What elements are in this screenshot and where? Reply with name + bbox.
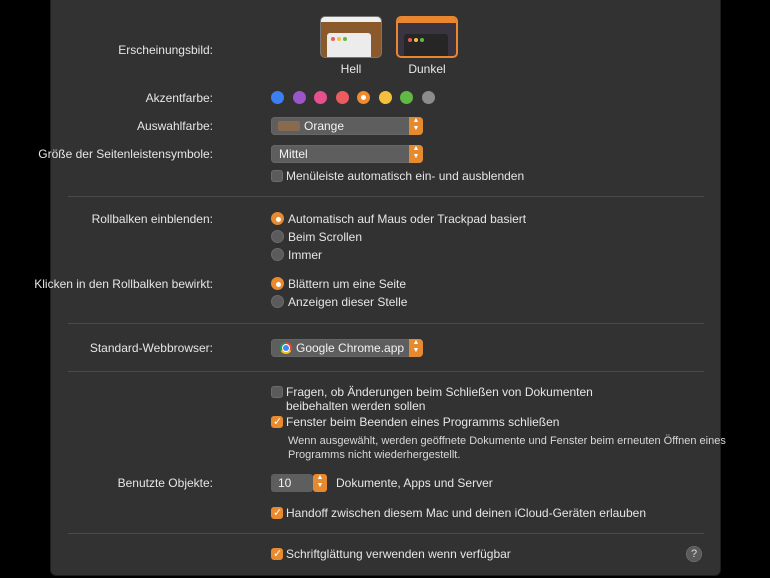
scroll-click-spot-radio[interactable]: [271, 295, 284, 308]
recent-items-popup[interactable]: 10 ▲ ▼: [271, 474, 327, 492]
separator: [68, 196, 704, 197]
scroll-click-label: Klicken in den Rollbalken bewirkt:: [34, 277, 213, 291]
default-browser-value: Google Chrome.app: [296, 341, 405, 355]
general-preferences-panel: Erscheinungsbild: Hell Dunkel Akzentfarb…: [34, 0, 726, 576]
scrollbars-auto-radio[interactable]: [271, 212, 284, 225]
accent-color-swatch[interactable]: [314, 91, 327, 104]
highlight-color-label: Auswahlfarbe:: [136, 119, 213, 133]
accent-color-swatch[interactable]: [378, 91, 392, 104]
font-smoothing-label: Schriftglättung verwenden wenn verfügbar: [286, 547, 511, 561]
appearance-light-caption: Hell: [340, 62, 362, 76]
default-browser-label: Standard-Webbrowser:: [89, 341, 213, 355]
handoff-label: Handoff zwischen diesem Mac und deinen i…: [286, 506, 646, 520]
scroll-click-page-radio[interactable]: [271, 277, 284, 290]
recent-items-field: 10: [271, 474, 313, 492]
recent-items-label: Benutzte Objekte:: [117, 476, 213, 490]
menubar-autohide-label: Menüleiste automatisch ein- und ausblend…: [286, 169, 525, 183]
menubar-autohide-checkbox[interactable]: [271, 170, 283, 182]
accent-color-swatch[interactable]: [400, 91, 413, 104]
accent-color-swatch[interactable]: [335, 91, 349, 104]
sidebar-icon-size-label: Größe der Seitenleistensymbole:: [38, 147, 213, 161]
accent-color-swatch[interactable]: [292, 91, 306, 104]
accent-color-swatch[interactable]: [421, 91, 435, 104]
appearance-dark-thumbnail[interactable]: [396, 16, 458, 58]
close-windows-hint-line2: Programms nicht wiederhergestellt.: [288, 449, 461, 461]
highlight-color-chip: [278, 121, 300, 131]
appearance-label: Erscheinungsbild:: [118, 43, 213, 57]
sidebar-icon-size-value: Mittel: [279, 147, 308, 161]
appearance-light-thumbnail[interactable]: [320, 16, 382, 58]
scrollbars-scrolling-label: Beim Scrollen: [288, 230, 363, 244]
accent-color-label: Akzentfarbe:: [145, 91, 213, 105]
help-button[interactable]: ?: [686, 546, 702, 562]
ask-keep-changes-label-line2: beibehalten werden sollen: [286, 399, 426, 413]
highlight-color-value: Orange: [304, 119, 345, 133]
handoff-checkbox[interactable]: [271, 506, 283, 519]
close-windows-label: Fenster beim Beenden eines Programms sch…: [286, 415, 560, 429]
ask-keep-changes-checkbox[interactable]: [271, 386, 283, 398]
highlight-color-popup[interactable]: Orange ▲ ▼: [271, 117, 423, 135]
separator: [68, 323, 704, 324]
recent-items-value: 10: [278, 476, 292, 490]
scrollbars-scrolling-radio[interactable]: [271, 230, 284, 243]
scrollbars-always-radio[interactable]: [271, 248, 284, 261]
popup-arrows-icon: ▲ ▼: [409, 339, 423, 357]
popup-arrows-icon: ▲ ▼: [409, 117, 423, 135]
separator: [68, 371, 704, 372]
popup-arrows-icon: ▲ ▼: [409, 145, 423, 163]
sidebar-icon-size-popup[interactable]: Mittel ▲ ▼: [271, 145, 423, 163]
separator: [68, 533, 704, 534]
ask-keep-changes-label-line1: Fragen, ob Änderungen beim Schließen von…: [286, 385, 593, 399]
recent-items-suffix: Dokumente, Apps und Server: [336, 476, 493, 490]
appearance-dark-caption: Dunkel: [408, 62, 446, 76]
show-scrollbars-label: Rollbalken einblenden:: [91, 212, 213, 226]
accent-color-swatch[interactable]: [357, 91, 370, 104]
popup-arrows-icon: ▲ ▼: [313, 474, 327, 492]
accent-color-swatch[interactable]: [271, 91, 284, 104]
font-smoothing-checkbox[interactable]: [271, 547, 283, 560]
close-windows-hint-line1: Wenn ausgewählt, werden geöffnete Dokume…: [288, 435, 726, 447]
scrollbars-always-label: Immer: [288, 248, 322, 262]
chrome-icon: [280, 342, 292, 354]
scrollbars-auto-label: Automatisch auf Maus oder Trackpad basie…: [288, 212, 527, 226]
default-browser-popup[interactable]: Google Chrome.app ▲ ▼: [271, 339, 423, 357]
close-windows-checkbox[interactable]: [271, 415, 283, 428]
scroll-click-page-label: Blättern um eine Seite: [288, 277, 407, 291]
scroll-click-spot-label: Anzeigen dieser Stelle: [288, 295, 408, 309]
